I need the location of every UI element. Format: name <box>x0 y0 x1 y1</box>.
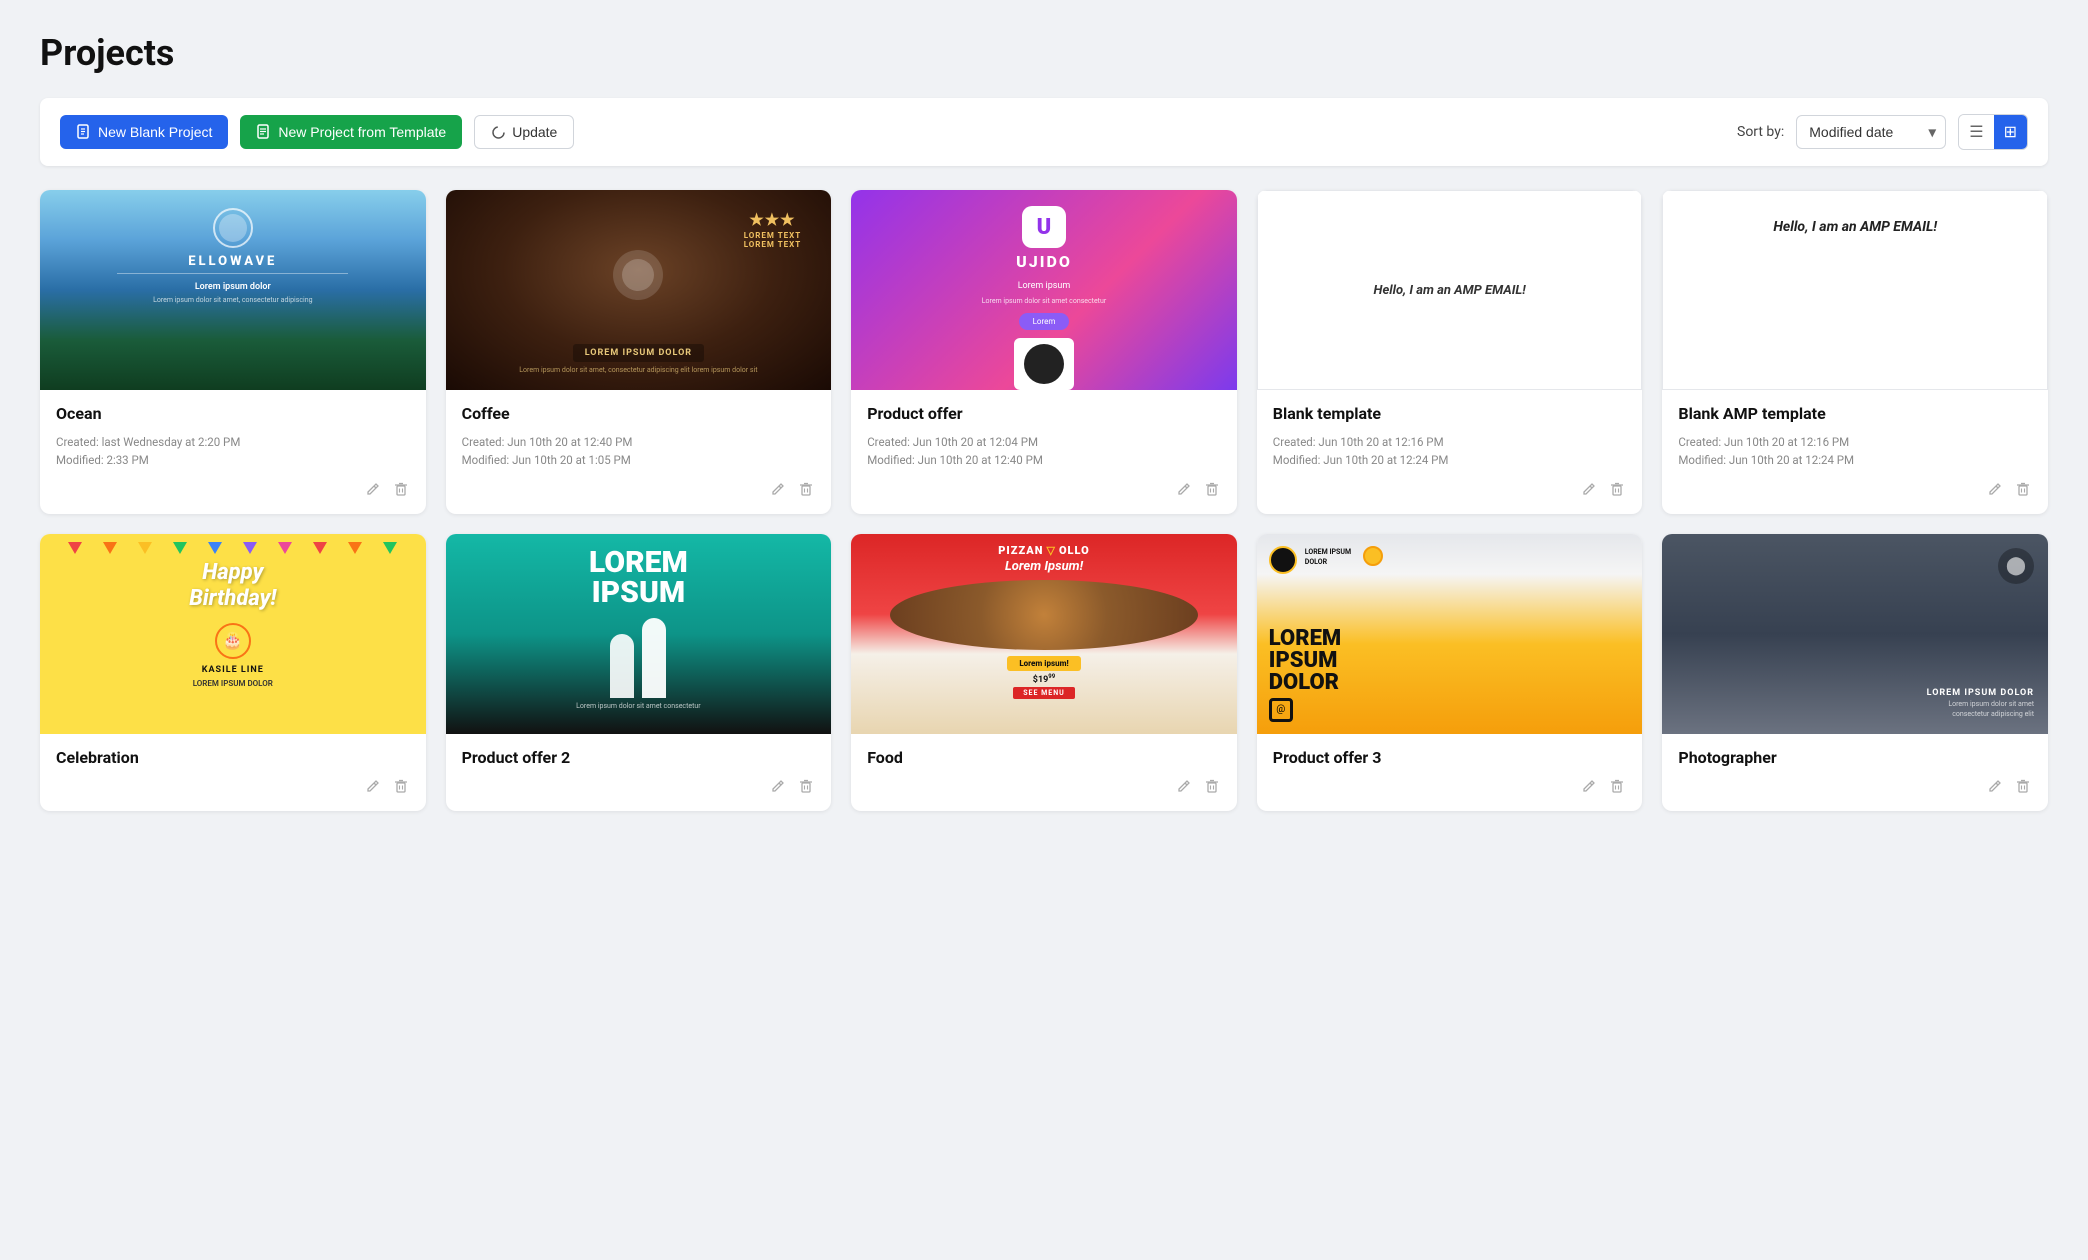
card-body: Blank template Created: Jun 10th 20 at 12… <box>1257 390 1643 514</box>
card-thumbnail-ocean: ELLOWAVE Lorem ipsum dolor Lorem ipsum d… <box>40 190 426 390</box>
card-body: Coffee Created: Jun 10th 20 at 12:40 PMMo… <box>446 390 832 514</box>
document-icon <box>76 124 92 140</box>
project-card-coffee: ★★★ LOREM TEXTLOREM TEXT LOREM IPSUM DOL… <box>446 190 832 514</box>
card-title: Food <box>867 748 1221 767</box>
card-body: Product offer 2 <box>446 734 832 811</box>
sort-wrapper: Modified date Created date Name <box>1796 115 1946 149</box>
card-actions <box>1273 777 1627 799</box>
card-title: Photographer <box>1678 748 2032 767</box>
page-title: Projects <box>40 32 2048 74</box>
project-card-photographer: ⬤ LOREM IPSUM DOLOR Lorem ipsum dolor si… <box>1662 534 2048 811</box>
card-thumbnail-blank: Hello, I am an AMP EMAIL! <box>1257 190 1643 390</box>
project-card-blank-amp-template: Hello, I am an AMP EMAIL! Blank AMP temp… <box>1662 190 2048 514</box>
delete-button[interactable] <box>392 777 410 799</box>
card-actions <box>867 777 1221 799</box>
delete-button[interactable] <box>1203 777 1221 799</box>
toolbar: New Blank Project New Project from Templ… <box>40 98 2048 166</box>
card-thumbnail-celebration: HappyBirthday! 🎂 KASILE LINE LOREM IPSUM… <box>40 534 426 734</box>
card-actions <box>462 777 816 799</box>
sort-select[interactable]: Modified date Created date Name <box>1796 115 1946 149</box>
card-body: Product offer 3 <box>1257 734 1643 811</box>
new-template-project-button[interactable]: New Project from Template <box>240 115 462 149</box>
delete-button[interactable] <box>797 480 815 502</box>
edit-button[interactable] <box>364 480 382 502</box>
toolbar-right: Sort by: Modified date Created date Name… <box>1737 114 2028 150</box>
new-blank-project-button[interactable]: New Blank Project <box>60 115 228 149</box>
card-meta: Created: last Wednesday at 2:20 PMModifi… <box>56 433 410 470</box>
sort-label: Sort by: <box>1737 124 1784 140</box>
card-body: Ocean Created: last Wednesday at 2:20 PMM… <box>40 390 426 514</box>
card-body: Food <box>851 734 1237 811</box>
card-actions <box>1678 777 2032 799</box>
card-actions <box>56 777 410 799</box>
card-body: Product offer Created: Jun 10th 20 at 12:… <box>851 390 1237 514</box>
refresh-icon <box>491 125 506 140</box>
card-thumbnail-coffee: ★★★ LOREM TEXTLOREM TEXT LOREM IPSUM DOL… <box>446 190 832 390</box>
card-actions <box>1678 480 2032 502</box>
projects-grid: ELLOWAVE Lorem ipsum dolor Lorem ipsum d… <box>40 190 2048 811</box>
card-meta: Created: Jun 10th 20 at 12:16 PMModified… <box>1678 433 2032 470</box>
card-actions <box>462 480 816 502</box>
project-card-blank-template: Hello, I am an AMP EMAIL! Blank template… <box>1257 190 1643 514</box>
card-title: Product offer 2 <box>462 748 816 767</box>
card-meta: Created: Jun 10th 20 at 12:40 PMModified… <box>462 433 816 470</box>
edit-button[interactable] <box>1580 777 1598 799</box>
edit-button[interactable] <box>1986 480 2004 502</box>
edit-button[interactable] <box>364 777 382 799</box>
delete-button[interactable] <box>1608 777 1626 799</box>
edit-button[interactable] <box>769 480 787 502</box>
card-thumbnail-product: U UJIDO Lorem ipsum Lorem ipsum dolor si… <box>851 190 1237 390</box>
update-button[interactable]: Update <box>474 115 574 149</box>
card-actions <box>56 480 410 502</box>
card-meta: Created: Jun 10th 20 at 12:16 PMModified… <box>1273 433 1627 470</box>
delete-button[interactable] <box>2014 480 2032 502</box>
project-card-product-offer: U UJIDO Lorem ipsum Lorem ipsum dolor si… <box>851 190 1237 514</box>
delete-button[interactable] <box>392 480 410 502</box>
card-thumbnail-food: PIZZAN▽OLLO Lorem Ipsum! Lorem ipsum! $1… <box>851 534 1237 734</box>
card-thumbnail-photographer: ⬤ LOREM IPSUM DOLOR Lorem ipsum dolor si… <box>1662 534 2048 734</box>
project-card-product-offer-3: LOREM IPSUMDOLOR LOREMIPSUMDOLOR @ Produ… <box>1257 534 1643 811</box>
edit-button[interactable] <box>1986 777 2004 799</box>
card-title: Product offer <box>867 404 1221 423</box>
card-body: Celebration <box>40 734 426 811</box>
delete-button[interactable] <box>1203 480 1221 502</box>
card-body: Blank AMP template Created: Jun 10th 20 a… <box>1662 390 2048 514</box>
card-body: Photographer <box>1662 734 2048 811</box>
card-thumbnail-product3: LOREM IPSUMDOLOR LOREMIPSUMDOLOR @ <box>1257 534 1643 734</box>
edit-button[interactable] <box>1580 480 1598 502</box>
card-title: Coffee <box>462 404 816 423</box>
card-title: Celebration <box>56 748 410 767</box>
card-meta: Created: Jun 10th 20 at 12:04 PMModified… <box>867 433 1221 470</box>
card-thumbnail-product2: LOREMIPSUM Lorem ipsum dolor sit amet co… <box>446 534 832 734</box>
list-view-button[interactable]: ☰ <box>1959 115 1993 149</box>
project-card-food: PIZZAN▽OLLO Lorem Ipsum! Lorem ipsum! $1… <box>851 534 1237 811</box>
project-card-ocean: ELLOWAVE Lorem ipsum dolor Lorem ipsum d… <box>40 190 426 514</box>
edit-button[interactable] <box>769 777 787 799</box>
delete-button[interactable] <box>2014 777 2032 799</box>
card-title: Blank template <box>1273 404 1627 423</box>
card-title: Product offer 3 <box>1273 748 1627 767</box>
edit-button[interactable] <box>1175 480 1193 502</box>
edit-button[interactable] <box>1175 777 1193 799</box>
view-toggle: ☰ ⊞ <box>1958 114 2028 150</box>
card-actions <box>867 480 1221 502</box>
delete-button[interactable] <box>1608 480 1626 502</box>
grid-view-button[interactable]: ⊞ <box>1994 115 2027 149</box>
card-actions <box>1273 480 1627 502</box>
card-thumbnail-blank-amp: Hello, I am an AMP EMAIL! <box>1662 190 2048 390</box>
card-title: Blank AMP template <box>1678 404 2032 423</box>
project-card-celebration: HappyBirthday! 🎂 KASILE LINE LOREM IPSUM… <box>40 534 426 811</box>
template-document-icon <box>256 124 272 140</box>
delete-button[interactable] <box>797 777 815 799</box>
card-title: Ocean <box>56 404 410 423</box>
project-card-product-offer-2: LOREMIPSUM Lorem ipsum dolor sit amet co… <box>446 534 832 811</box>
